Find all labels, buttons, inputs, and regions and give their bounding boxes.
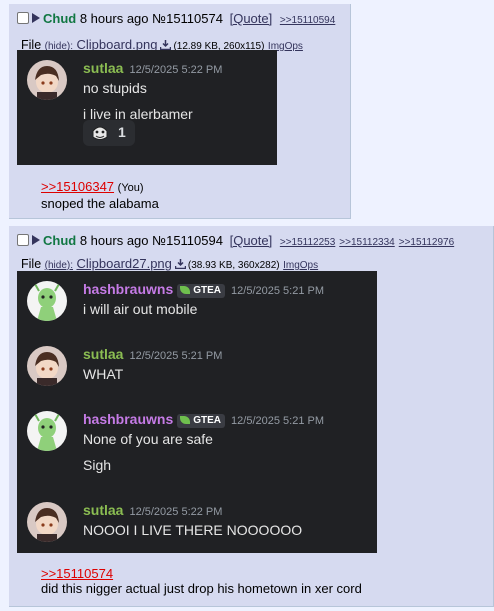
post-number[interactable]: №15110594 xyxy=(152,233,223,248)
discord-username: sutlaa 12/5/2025 5:22 PM xyxy=(83,502,223,518)
message-line: WHAT xyxy=(83,366,124,382)
post-image-thumbnail[interactable]: sutlaa 12/5/2025 5:22 PM no stupids i liv… xyxy=(17,50,277,165)
file-meta: (38.93 KB, 360x282) xyxy=(187,260,280,271)
post-image-thumbnail[interactable]: hashbrauwns GTEA 12/5/2025 5:21 PM i will … xyxy=(17,271,377,553)
avatar-brunette xyxy=(27,60,67,100)
discord-username: hashbrauwns GTEA 12/5/2025 5:21 PM xyxy=(83,281,324,298)
post-menu-arrow-icon[interactable] xyxy=(32,235,40,245)
post-time: 8 hours ago xyxy=(79,11,149,26)
post-number[interactable]: №15110574 xyxy=(152,11,223,26)
hide-link[interactable]: (hide): xyxy=(45,260,73,271)
backlink[interactable]: >>15112334 xyxy=(339,237,394,248)
reaction-count: 1 xyxy=(118,124,126,140)
leaf-icon xyxy=(180,416,191,424)
post-info: Chud 8 hours ago №15110574 [Quote] >>151… xyxy=(17,10,335,28)
checkbox-icon[interactable] xyxy=(17,12,29,24)
you-marker: (You) xyxy=(117,182,144,194)
avatar-brunette xyxy=(27,502,67,542)
file-name-link[interactable]: Clipboard27.png xyxy=(76,256,171,271)
poster-name: Chud xyxy=(43,233,77,248)
download-icon[interactable] xyxy=(174,259,186,269)
reply-post-15110574: Chud 8 hours ago №15110574 [Quote] >>151… xyxy=(9,4,351,219)
guild-tag: GTEA xyxy=(177,284,226,298)
message-line: no stupids xyxy=(83,80,147,96)
avatar-brunette xyxy=(27,346,67,386)
checkbox-icon[interactable] xyxy=(17,234,29,246)
leaf-icon xyxy=(180,286,191,294)
message-timestamp: 12/5/2025 5:21 PM xyxy=(129,350,223,362)
message-line: NOOOI I LIVE THERE NOOOOOO xyxy=(83,522,303,538)
message-timestamp: 12/5/2025 5:22 PM xyxy=(129,506,223,518)
guild-tag: GTEA xyxy=(177,414,226,428)
quote-reply-link[interactable]: >>15110574 xyxy=(41,566,113,581)
avatar-green-alien xyxy=(27,281,67,321)
file-label: File xyxy=(21,257,42,271)
comment-text: snoped the alabama xyxy=(41,196,159,211)
quote-reply-link[interactable]: >>15106347 xyxy=(41,179,114,194)
backlink[interactable]: >>15112253 xyxy=(280,237,335,248)
message-line: None of you are safe xyxy=(83,431,213,447)
download-icon[interactable] xyxy=(160,40,172,50)
post-comment: >>15106347 (You) snoped the alabama xyxy=(41,179,159,211)
clown-emoji-icon xyxy=(92,126,108,140)
discord-username: sutlaa 12/5/2025 5:21 PM xyxy=(83,346,223,362)
message-line: Sigh xyxy=(83,457,112,473)
quote-link[interactable]: [Quote] xyxy=(230,233,273,248)
avatar-green-alien xyxy=(27,411,67,451)
post-time: 8 hours ago xyxy=(79,233,149,248)
message-line: i will air out mobile xyxy=(83,301,198,317)
quote-link[interactable]: [Quote] xyxy=(230,11,273,26)
message-timestamp: 12/5/2025 5:21 PM xyxy=(231,285,324,297)
imgops-link[interactable]: ImgOps xyxy=(283,260,318,271)
post-info: Chud 8 hours ago №15110594 [Quote] >>151… xyxy=(17,232,454,250)
poster-name: Chud xyxy=(43,11,77,26)
reply-post-15110594: Chud 8 hours ago №15110594 [Quote] >>151… xyxy=(9,226,494,607)
reaction-pill: 1 xyxy=(83,120,135,146)
backlink[interactable]: >>15112976 xyxy=(399,237,454,248)
backlink[interactable]: >>15110594 xyxy=(280,15,335,26)
discord-username: hashbrauwns GTEA 12/5/2025 5:21 PM xyxy=(83,411,324,428)
post-comment: >>15110574 did this nigger actual just d… xyxy=(41,566,362,596)
comment-text: did this nigger actual just drop his hom… xyxy=(41,581,362,596)
discord-username: sutlaa 12/5/2025 5:22 PM xyxy=(83,60,223,76)
post-menu-arrow-icon[interactable] xyxy=(32,13,40,23)
message-timestamp: 12/5/2025 5:22 PM xyxy=(129,64,223,76)
message-timestamp: 12/5/2025 5:21 PM xyxy=(231,415,324,427)
